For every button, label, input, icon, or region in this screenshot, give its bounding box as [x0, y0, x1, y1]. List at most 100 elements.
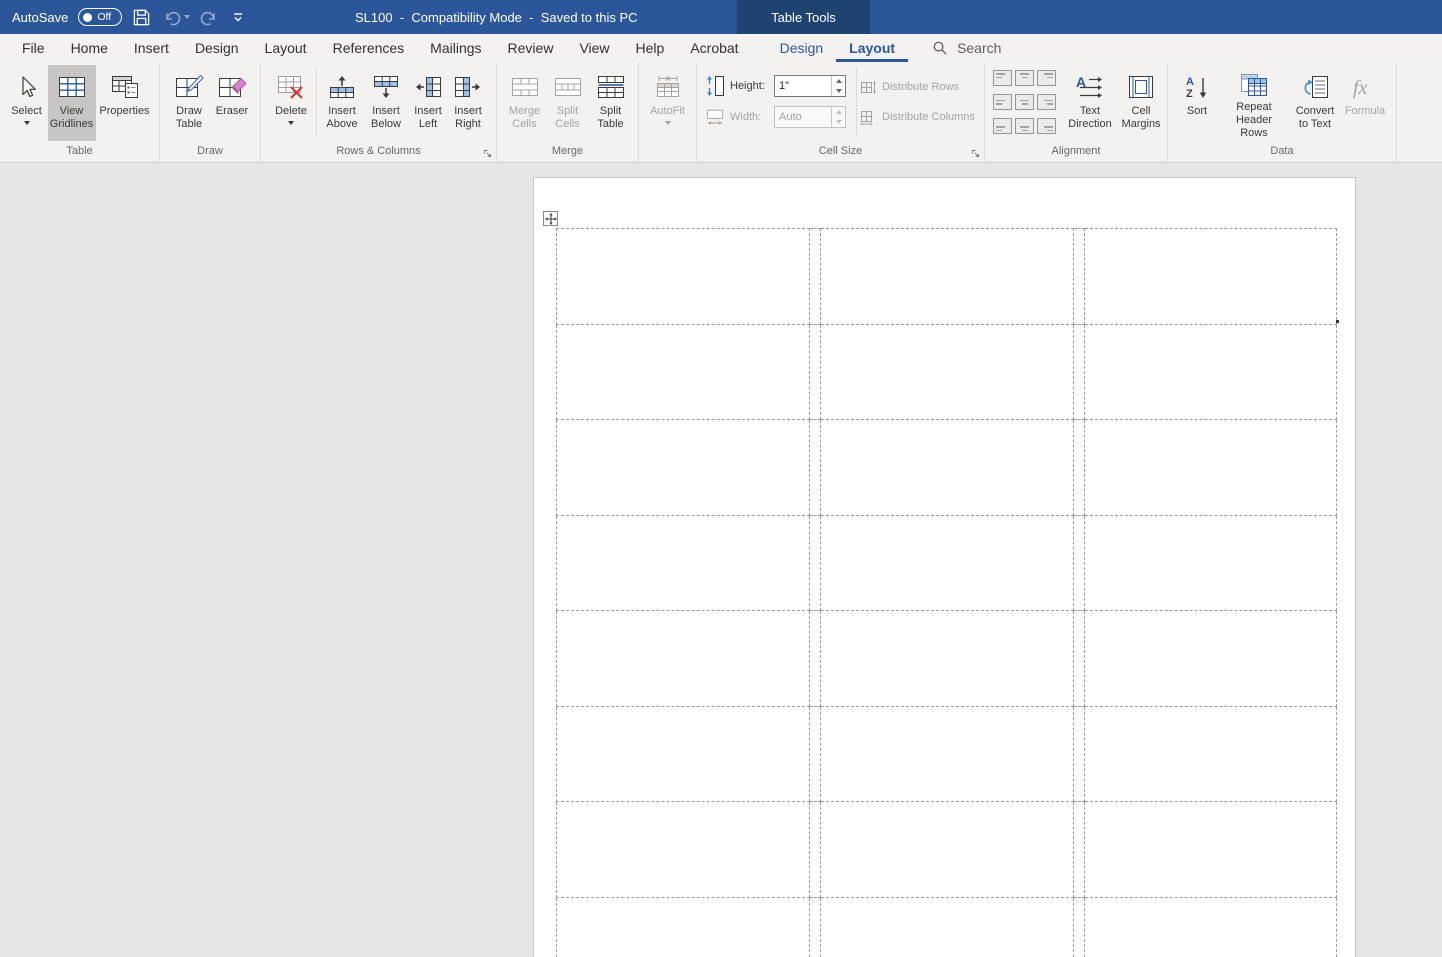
label-cell[interactable]	[1084, 228, 1337, 325]
undo-dropdown-icon[interactable]	[184, 15, 191, 19]
spin-down-icon[interactable]	[832, 117, 845, 127]
insert-above-button[interactable]: Insert Above	[320, 65, 364, 141]
eraser-button[interactable]: Eraser	[211, 65, 253, 141]
align-center-right-button[interactable]	[1037, 94, 1056, 110]
customize-quick-access-button[interactable]	[230, 10, 246, 24]
label-cell[interactable]	[820, 514, 1074, 611]
formula-button[interactable]: fx Formula	[1341, 65, 1389, 141]
gap-cell[interactable]	[1073, 228, 1085, 325]
gap-cell[interactable]	[1073, 896, 1085, 957]
label-cell[interactable]	[820, 896, 1074, 957]
tab-help[interactable]: Help	[623, 34, 678, 62]
insert-below-button[interactable]: Insert Below	[364, 65, 408, 141]
document-page[interactable]	[533, 177, 1356, 957]
label-cell[interactable]	[1084, 896, 1337, 957]
tab-references[interactable]: References	[320, 34, 418, 62]
label-cell[interactable]	[1084, 610, 1337, 707]
label-table[interactable]	[556, 228, 1337, 957]
table-row[interactable]	[556, 705, 1337, 802]
tab-review[interactable]: Review	[495, 34, 567, 62]
distribute-columns-button[interactable]: Distribute Columns	[860, 107, 975, 127]
view-gridlines-button[interactable]: View Gridlines	[47, 65, 96, 141]
insert-left-button[interactable]: Insert Left	[408, 65, 448, 141]
cell-size-dialog-launcher-icon[interactable]	[971, 149, 981, 159]
undo-button[interactable]	[161, 8, 191, 26]
align-top-center-button[interactable]	[1015, 70, 1034, 86]
cell-margins-button[interactable]: Cell Margins	[1116, 65, 1166, 141]
label-cell[interactable]	[556, 514, 810, 611]
delete-button[interactable]: Delete	[269, 65, 313, 141]
tab-table-tools-design[interactable]: Design	[767, 34, 837, 62]
label-cell[interactable]	[556, 896, 810, 957]
gap-cell[interactable]	[809, 514, 821, 611]
label-cell[interactable]	[1084, 323, 1337, 420]
align-bottom-right-button[interactable]	[1037, 118, 1056, 134]
sort-button[interactable]: AZ Sort	[1175, 65, 1219, 141]
spin-up-icon[interactable]	[832, 76, 845, 86]
table-row[interactable]	[556, 228, 1337, 325]
label-cell[interactable]	[820, 323, 1074, 420]
label-cell[interactable]	[1084, 705, 1337, 802]
align-top-left-button[interactable]	[993, 70, 1012, 86]
text-direction-button[interactable]: A Text Direction	[1064, 65, 1116, 141]
redo-button[interactable]	[200, 8, 220, 26]
document-canvas[interactable]	[0, 163, 1442, 957]
gap-cell[interactable]	[809, 323, 821, 420]
align-top-right-button[interactable]	[1037, 70, 1056, 86]
select-button[interactable]: Select	[6, 65, 48, 141]
gap-cell[interactable]	[809, 705, 821, 802]
row-height-input[interactable]	[775, 76, 831, 96]
split-table-button[interactable]: Split Table	[589, 65, 633, 141]
table-row[interactable]	[556, 514, 1337, 611]
label-cell[interactable]	[556, 228, 810, 325]
label-cell[interactable]	[1084, 801, 1337, 898]
autofit-button[interactable]: AutoFit	[644, 65, 692, 141]
distribute-rows-button[interactable]: Distribute Rows	[860, 77, 975, 97]
gap-cell[interactable]	[809, 896, 821, 957]
label-cell[interactable]	[1084, 514, 1337, 611]
label-cell[interactable]	[820, 801, 1074, 898]
repeat-header-rows-button[interactable]: Repeat Header Rows	[1219, 65, 1289, 141]
gap-cell[interactable]	[1073, 801, 1085, 898]
tab-acrobat[interactable]: Acrobat	[677, 34, 751, 62]
table-row[interactable]	[556, 801, 1337, 898]
label-cell[interactable]	[820, 610, 1074, 707]
gap-cell[interactable]	[1073, 323, 1085, 420]
tab-layout[interactable]: Layout	[252, 34, 320, 62]
label-cell[interactable]	[556, 323, 810, 420]
table-row[interactable]	[556, 896, 1337, 957]
insert-right-button[interactable]: Insert Right	[448, 65, 488, 141]
tab-file[interactable]: File	[9, 34, 58, 62]
gap-cell[interactable]	[809, 419, 821, 516]
autosave-toggle[interactable]: Off	[78, 8, 123, 26]
label-cell[interactable]	[556, 801, 810, 898]
tab-table-tools-layout[interactable]: Layout	[836, 34, 909, 62]
rows-columns-dialog-launcher-icon[interactable]	[483, 149, 493, 159]
tab-insert[interactable]: Insert	[121, 34, 182, 62]
convert-to-text-button[interactable]: Convert to Text	[1289, 65, 1341, 141]
align-center-button[interactable]	[1015, 94, 1034, 110]
label-cell[interactable]	[820, 419, 1074, 516]
gap-cell[interactable]	[1073, 705, 1085, 802]
gap-cell[interactable]	[1073, 419, 1085, 516]
spin-down-icon[interactable]	[832, 86, 845, 96]
gap-cell[interactable]	[809, 801, 821, 898]
align-center-left-button[interactable]	[993, 94, 1012, 110]
gap-cell[interactable]	[1073, 610, 1085, 707]
label-cell[interactable]	[556, 419, 810, 516]
tab-view[interactable]: View	[566, 34, 622, 62]
table-row[interactable]	[556, 419, 1337, 516]
properties-button[interactable]: Properties	[96, 65, 154, 141]
tab-home[interactable]: Home	[58, 34, 121, 62]
table-move-handle[interactable]	[543, 211, 558, 226]
merge-cells-button[interactable]: Merge Cells	[503, 65, 547, 141]
tab-design[interactable]: Design	[182, 34, 252, 62]
gap-cell[interactable]	[809, 610, 821, 707]
label-cell[interactable]	[820, 705, 1074, 802]
gap-cell[interactable]	[809, 228, 821, 325]
label-cell[interactable]	[556, 610, 810, 707]
table-row[interactable]	[556, 323, 1337, 420]
split-cells-button[interactable]: Split Cells	[547, 65, 589, 141]
table-row[interactable]	[556, 610, 1337, 707]
gap-cell[interactable]	[1073, 514, 1085, 611]
